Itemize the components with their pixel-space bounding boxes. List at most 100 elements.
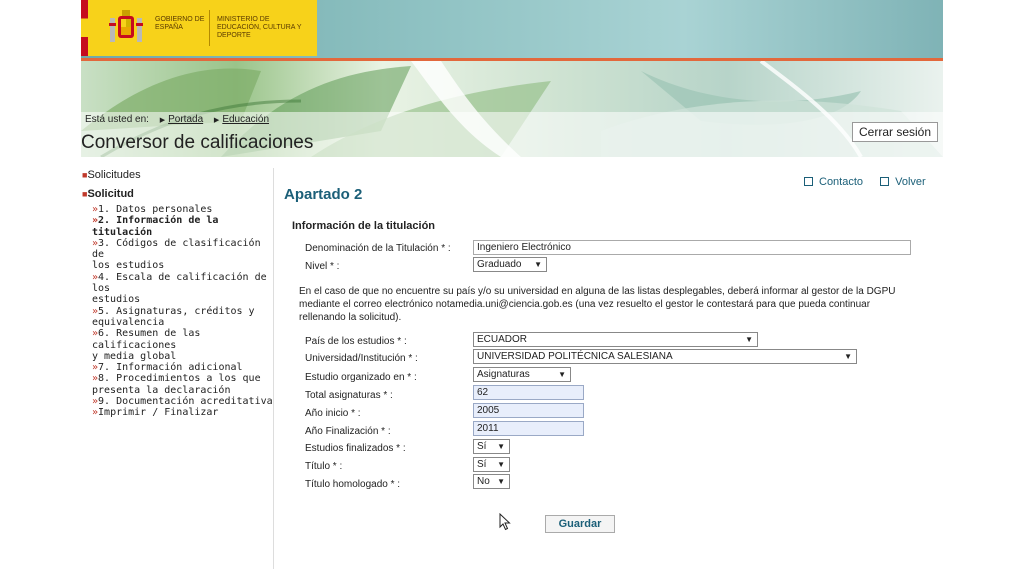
chevron-down-icon: ▼ xyxy=(844,352,852,361)
organized-in-select-value: Asignaturas xyxy=(477,369,530,380)
mouse-cursor-icon xyxy=(499,513,511,531)
total-subjects-label: Total asignaturas * : xyxy=(305,390,393,401)
sidebar-step-label: equivalencia xyxy=(92,316,165,328)
sidebar-step-8-continued[interactable]: presenta la declaración xyxy=(81,385,273,396)
level-select-value: Graduado xyxy=(477,259,522,270)
contact-link[interactable]: Contacto xyxy=(804,176,863,188)
sidebar: ■Solicitudes ■Solicitud »1. Datos person… xyxy=(81,168,274,569)
chevron-down-icon: ▼ xyxy=(558,370,566,379)
sidebar-step-label: y media global xyxy=(92,350,177,362)
flag-strip xyxy=(81,0,88,56)
sidebar-step-10[interactable]: »Imprimir / Finalizar xyxy=(81,407,273,418)
start-year-label: Año inicio * : xyxy=(305,408,361,419)
homologated-label: Título homologado * : xyxy=(305,479,401,490)
degree-select[interactable]: Sí ▼ xyxy=(473,457,510,472)
section-subtitle: Información de la titulación xyxy=(292,220,436,232)
finished-select[interactable]: Sí ▼ xyxy=(473,439,510,454)
country-select-value: ECUADOR xyxy=(477,334,528,345)
top-links: Contacto Volver xyxy=(804,176,926,188)
country-select[interactable]: ECUADOR ▼ xyxy=(473,332,758,347)
contact-link-label: Contacto xyxy=(819,176,864,188)
organized-in-label: Estudio organizado en * : xyxy=(305,372,417,383)
sidebar-step-label: 2. Información de la xyxy=(98,215,219,227)
finished-select-value: Sí xyxy=(477,441,487,452)
back-link[interactable]: Volver xyxy=(880,176,926,188)
homologated-select[interactable]: No ▼ xyxy=(473,474,510,489)
end-year-label: Año Finalización * : xyxy=(305,426,391,437)
sidebar-item-solicitud[interactable]: ■Solicitud xyxy=(81,187,273,201)
save-button[interactable]: Guardar xyxy=(545,515,615,533)
sidebar-step-label: 4. Escala de calificación de los xyxy=(92,271,267,295)
finished-label: Estudios finalizados * : xyxy=(305,443,406,454)
sidebar-step-6[interactable]: »6. Resumen de las calificaciones xyxy=(81,328,273,351)
sidebar-step-2[interactable]: »2. Información de la xyxy=(81,215,273,226)
total-subjects-field[interactable]: 62 xyxy=(473,385,584,400)
start-year-field[interactable]: 2005 xyxy=(473,403,584,418)
university-label: Universidad/Institución * : xyxy=(305,353,418,364)
contact-icon xyxy=(804,176,813,186)
degree-name-label: Denominación de la Titulación * : xyxy=(305,243,451,254)
sidebar-step-8[interactable]: »8. Procedimientos a los que xyxy=(81,373,273,384)
ministry-name: MINISTERIO DE EDUCACIÓN, CULTURA Y DEPOR… xyxy=(217,16,302,39)
degree-label: Título * : xyxy=(305,461,343,472)
end-year-field[interactable]: 2011 xyxy=(473,421,584,436)
breadcrumb: Está usted en: ▶ Portada ▶ Educación xyxy=(85,114,269,125)
section-title: Apartado 2 xyxy=(284,186,363,203)
chevron-down-icon: ▼ xyxy=(534,260,542,269)
breadcrumb-prefix: Está usted en: xyxy=(85,114,149,125)
sidebar-step-label: estudios xyxy=(92,294,141,306)
university-select[interactable]: UNIVERSIDAD POLITÉCNICA SALESIANA ▼ xyxy=(473,349,857,364)
breadcrumb-link-educacion[interactable]: Educación xyxy=(222,114,269,125)
sidebar-step-label: 6. Resumen de las calificaciones xyxy=(92,328,201,351)
government-name: GOBIERNO DE ESPAÑA xyxy=(155,16,205,31)
sidebar-steps: »1. Datos personales »2. Información de l… xyxy=(81,204,273,419)
level-select[interactable]: Graduado ▼ xyxy=(473,257,547,272)
chevron-down-icon: ▼ xyxy=(497,442,505,451)
homologated-select-value: No xyxy=(477,476,490,487)
sidebar-step-2-continued[interactable]: titulación xyxy=(81,227,273,238)
sidebar-step-7[interactable]: »7. Información adicional xyxy=(81,362,273,373)
sidebar-step-label: 3. Códigos de clasificación de xyxy=(92,237,261,261)
government-logo: GOBIERNO DE ESPAÑA MINISTERIO DE EDUCACI… xyxy=(81,0,317,56)
sidebar-step-1[interactable]: »1. Datos personales xyxy=(81,204,273,215)
level-label: Nivel * : xyxy=(305,261,340,272)
sidebar-step-label: 8. Procedimientos a los que xyxy=(98,373,261,385)
university-select-value: UNIVERSIDAD POLITÉCNICA SALESIANA xyxy=(477,351,673,362)
back-link-label: Volver xyxy=(895,176,926,188)
sidebar-step-3-continued[interactable]: los estudios xyxy=(81,260,273,271)
app-title: Conversor de calificaciones xyxy=(81,132,314,153)
info-note: En el caso de que no encuentre su país y… xyxy=(299,286,896,323)
sidebar-step-label: titulación xyxy=(92,226,153,238)
sidebar-step-6-continued[interactable]: y media global xyxy=(81,351,273,362)
sidebar-item-solicitudes[interactable]: ■Solicitudes xyxy=(81,168,273,182)
sidebar-step-5[interactable]: »5. Asignaturas, créditos y xyxy=(81,306,273,317)
chevron-down-icon: ▼ xyxy=(497,477,505,486)
sidebar-step-label: Imprimir / Finalizar xyxy=(98,407,219,419)
sidebar-step-3[interactable]: »3. Códigos de clasificación de xyxy=(81,238,273,261)
sidebar-item-label: Solicitud xyxy=(87,188,134,200)
sidebar-step-label: 7. Información adicional xyxy=(98,362,243,374)
breadcrumb-link-portada[interactable]: Portada xyxy=(168,114,203,125)
breadcrumb-arrow-icon: ▶ xyxy=(159,117,166,124)
sidebar-step-label: 5. Asignaturas, créditos y xyxy=(98,305,255,317)
sidebar-step-5-continued[interactable]: equivalencia xyxy=(81,317,273,328)
country-label: País de los estudios * : xyxy=(305,336,407,347)
sidebar-item-label: Solicitudes xyxy=(87,169,141,181)
breadcrumb-arrow-icon: ▶ xyxy=(213,117,220,124)
sidebar-step-4[interactable]: »4. Escala de calificación de los xyxy=(81,272,273,295)
sidebar-step-label: los estudios xyxy=(92,260,165,272)
degree-name-field[interactable]: Ingeniero Electrónico xyxy=(473,240,911,255)
sidebar-step-label: presenta la declaración xyxy=(92,384,231,396)
sidebar-step-9[interactable]: »9. Documentación acreditativa xyxy=(81,396,273,407)
back-icon xyxy=(880,176,890,186)
logo-divider xyxy=(209,10,210,46)
chevron-down-icon: ▼ xyxy=(745,335,753,344)
sidebar-step-label: 1. Datos personales xyxy=(98,204,213,215)
sidebar-step-4-continued[interactable]: estudios xyxy=(81,294,273,305)
degree-select-value: Sí xyxy=(477,459,487,470)
sidebar-step-label: 9. Documentación acreditativa xyxy=(98,396,273,408)
coat-of-arms-icon xyxy=(109,10,143,42)
organized-in-select[interactable]: Asignaturas ▼ xyxy=(473,367,571,382)
chevron-down-icon: ▼ xyxy=(497,460,505,469)
logout-button[interactable]: Cerrar sesión xyxy=(852,122,938,142)
